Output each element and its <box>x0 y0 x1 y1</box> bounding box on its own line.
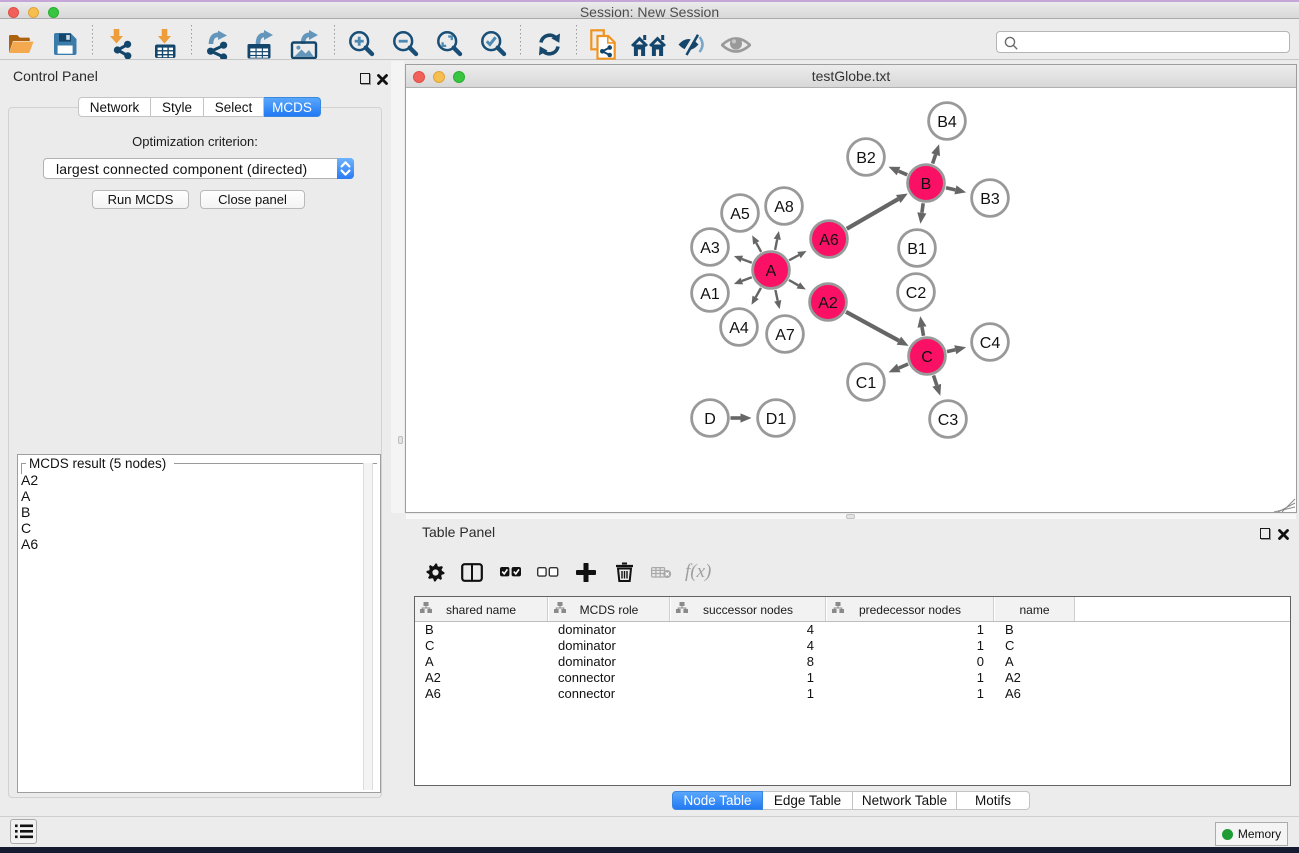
svg-text:C: C <box>921 349 933 366</box>
svg-text:B3: B3 <box>980 191 1000 208</box>
svg-text:B4: B4 <box>937 114 957 131</box>
svg-text:A1: A1 <box>700 286 720 303</box>
svg-text:A2: A2 <box>818 295 838 312</box>
svg-text:D: D <box>704 411 716 428</box>
svg-text:A7: A7 <box>775 327 795 344</box>
svg-text:C3: C3 <box>938 412 959 429</box>
svg-text:A6: A6 <box>819 232 839 249</box>
svg-text:D1: D1 <box>766 411 787 428</box>
svg-text:C2: C2 <box>906 285 927 302</box>
svg-text:A4: A4 <box>729 320 749 337</box>
svg-text:B1: B1 <box>907 241 927 258</box>
svg-text:B2: B2 <box>856 150 876 167</box>
svg-text:A3: A3 <box>700 240 720 257</box>
svg-text:B: B <box>921 176 932 193</box>
svg-text:A: A <box>766 263 777 280</box>
svg-text:C4: C4 <box>980 335 1001 352</box>
svg-text:A8: A8 <box>774 199 794 216</box>
svg-text:C1: C1 <box>856 375 877 392</box>
svg-text:A5: A5 <box>730 206 750 223</box>
